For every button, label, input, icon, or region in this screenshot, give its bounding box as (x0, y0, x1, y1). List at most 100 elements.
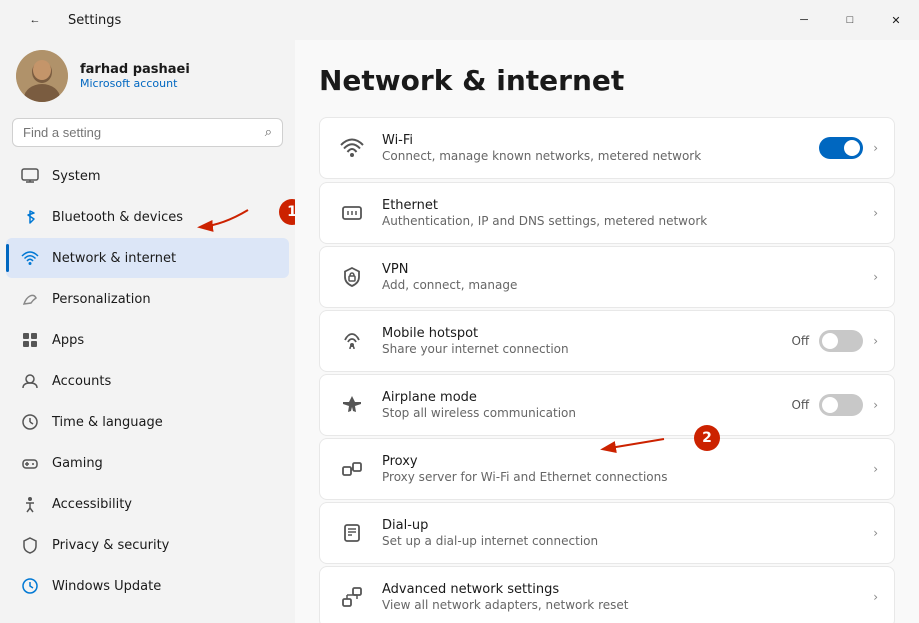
settings-dialup-title: Dial-up (382, 518, 863, 533)
sidebar-item-label-accounts: Accounts (52, 374, 111, 389)
settings-wifi-right: › (819, 137, 878, 159)
search-input[interactable] (23, 125, 257, 140)
avatar (16, 50, 68, 102)
settings-item-hotspot[interactable]: Mobile hotspot Share your internet conne… (319, 310, 895, 372)
sidebar-item-gaming[interactable]: Gaming (6, 443, 289, 483)
advanced-chevron: › (873, 590, 878, 604)
hotspot-icon (336, 325, 368, 357)
app-body: farhad pashaei Microsoft account ⌕ 1 (0, 40, 919, 623)
settings-item-dialup[interactable]: Dial-up Set up a dial-up internet connec… (319, 502, 895, 564)
settings-hotspot-desc: Share your internet connection (382, 342, 781, 356)
ethernet-chevron: › (873, 206, 878, 220)
sidebar-item-apps[interactable]: Apps (6, 320, 289, 360)
nav-list: 1 System Bluetooth & devices (0, 155, 295, 607)
dialup-icon (336, 517, 368, 549)
settings-airplane-desc: Stop all wireless communication (382, 406, 781, 420)
close-button[interactable]: ✕ (873, 0, 919, 40)
network-icon (20, 248, 40, 268)
back-button[interactable]: ← (12, 0, 58, 40)
user-info: farhad pashaei Microsoft account (80, 62, 190, 90)
vpn-chevron: › (873, 270, 878, 284)
settings-ethernet-right: › (873, 206, 878, 220)
titlebar: ← Settings ─ □ ✕ (0, 0, 919, 40)
search-box[interactable]: ⌕ (12, 118, 283, 147)
time-icon (20, 412, 40, 432)
airplane-toggle-label: Off (791, 398, 809, 412)
settings-item-wifi-text: Wi-Fi Connect, manage known networks, me… (382, 133, 809, 163)
settings-advanced-title: Advanced network settings (382, 582, 863, 597)
settings-ethernet-title: Ethernet (382, 198, 863, 213)
settings-advanced-right: › (873, 590, 878, 604)
sidebar-item-system[interactable]: System (6, 156, 289, 196)
airplane-icon (336, 389, 368, 421)
settings-item-ethernet[interactable]: Ethernet Authentication, IP and DNS sett… (319, 182, 895, 244)
settings-airplane-right: Off › (791, 394, 878, 416)
settings-item-dialup-text: Dial-up Set up a dial-up internet connec… (382, 518, 863, 548)
titlebar-left: ← Settings (12, 0, 121, 40)
sidebar-item-label-bluetooth: Bluetooth & devices (52, 210, 183, 225)
personalization-icon (20, 289, 40, 309)
sidebar-item-label-time: Time & language (52, 415, 163, 430)
user-name: farhad pashaei (80, 62, 190, 77)
settings-dialup-desc: Set up a dial-up internet connection (382, 534, 863, 548)
settings-proxy-desc: Proxy server for Wi-Fi and Ethernet conn… (382, 470, 863, 484)
dialup-chevron: › (873, 526, 878, 540)
settings-item-vpn[interactable]: VPN Add, connect, manage › (319, 246, 895, 308)
system-icon (20, 166, 40, 186)
settings-item-advanced[interactable]: Advanced network settings View all netwo… (319, 566, 895, 623)
titlebar-controls: ─ □ ✕ (781, 0, 919, 40)
accounts-icon (20, 371, 40, 391)
wifi-icon (336, 132, 368, 164)
settings-item-advanced-text: Advanced network settings View all netwo… (382, 582, 863, 612)
sidebar-item-bluetooth[interactable]: Bluetooth & devices (6, 197, 289, 237)
settings-item-proxy[interactable]: 2 Proxy Proxy server for Wi-Fi and Ether… (319, 438, 895, 500)
microsoft-account-link[interactable]: Microsoft account (80, 77, 190, 90)
settings-item-ethernet-text: Ethernet Authentication, IP and DNS sett… (382, 198, 863, 228)
settings-dialup-right: › (873, 526, 878, 540)
settings-proxy-right: › (873, 462, 878, 476)
sidebar: farhad pashaei Microsoft account ⌕ 1 (0, 40, 295, 623)
sidebar-item-privacy[interactable]: Privacy & security (6, 525, 289, 565)
settings-proxy-title: Proxy (382, 454, 863, 469)
bluetooth-icon (20, 207, 40, 227)
sidebar-item-label-system: System (52, 169, 100, 184)
sidebar-item-label-personalization: Personalization (52, 292, 151, 307)
sidebar-item-personalization[interactable]: Personalization (6, 279, 289, 319)
settings-item-hotspot-text: Mobile hotspot Share your internet conne… (382, 326, 781, 356)
minimize-button[interactable]: ─ (781, 0, 827, 40)
sidebar-item-label-accessibility: Accessibility (52, 497, 132, 512)
gaming-icon (20, 453, 40, 473)
user-profile[interactable]: farhad pashaei Microsoft account (0, 40, 295, 118)
titlebar-title: Settings (68, 13, 121, 28)
accessibility-icon (20, 494, 40, 514)
sidebar-item-label-apps: Apps (52, 333, 84, 348)
ethernet-icon (336, 197, 368, 229)
settings-vpn-title: VPN (382, 262, 863, 277)
sidebar-item-network[interactable]: Network & internet (6, 238, 289, 278)
page-title: Network & internet (319, 64, 895, 97)
hotspot-toggle[interactable] (819, 330, 863, 352)
airplane-toggle[interactable] (819, 394, 863, 416)
settings-list: Wi-Fi Connect, manage known networks, me… (319, 117, 895, 623)
settings-item-wifi[interactable]: Wi-Fi Connect, manage known networks, me… (319, 117, 895, 179)
vpn-icon (336, 261, 368, 293)
wifi-chevron: › (873, 141, 878, 155)
settings-item-airplane[interactable]: Airplane mode Stop all wireless communic… (319, 374, 895, 436)
sidebar-item-label-privacy: Privacy & security (52, 538, 169, 553)
sidebar-item-windows-update[interactable]: Windows Update (6, 566, 289, 606)
advanced-icon (336, 581, 368, 613)
wifi-toggle[interactable] (819, 137, 863, 159)
settings-wifi-desc: Connect, manage known networks, metered … (382, 149, 809, 163)
sidebar-item-time[interactable]: Time & language (6, 402, 289, 442)
settings-airplane-title: Airplane mode (382, 390, 781, 405)
proxy-chevron: › (873, 462, 878, 476)
sidebar-item-accounts[interactable]: Accounts (6, 361, 289, 401)
settings-vpn-desc: Add, connect, manage (382, 278, 863, 292)
sidebar-item-label-gaming: Gaming (52, 456, 103, 471)
sidebar-item-accessibility[interactable]: Accessibility (6, 484, 289, 524)
settings-hotspot-right: Off › (791, 330, 878, 352)
maximize-button[interactable]: □ (827, 0, 873, 40)
settings-hotspot-title: Mobile hotspot (382, 326, 781, 341)
settings-item-airplane-text: Airplane mode Stop all wireless communic… (382, 390, 781, 420)
apps-icon (20, 330, 40, 350)
